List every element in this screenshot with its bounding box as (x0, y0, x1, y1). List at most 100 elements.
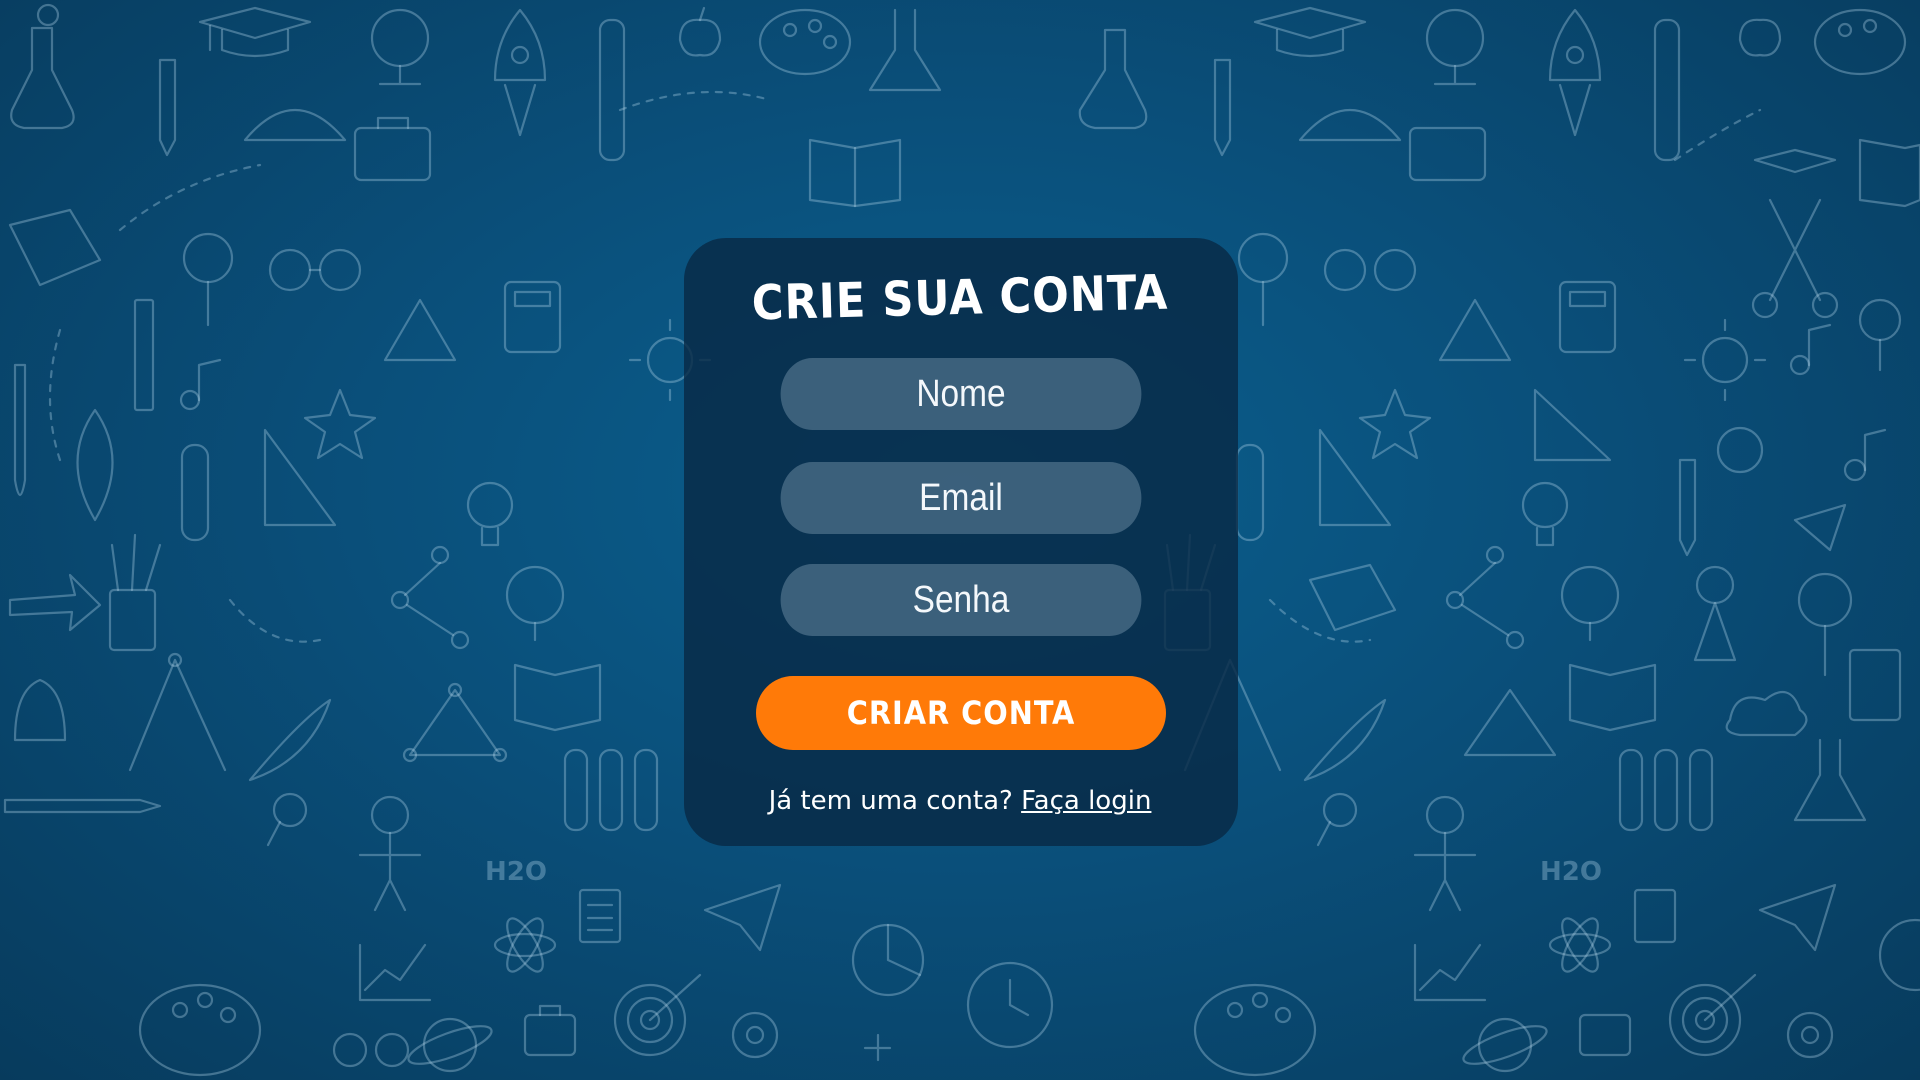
feather-icon (1303, 698, 1387, 782)
triangle-icon (1463, 688, 1557, 757)
flask-icon (10, 3, 75, 130)
set-square-icon (263, 428, 337, 527)
open-book-icon (1568, 663, 1657, 732)
pencil-cup-icon (108, 533, 162, 652)
graduation-cap-icon (1753, 148, 1837, 174)
globe-icon (370, 8, 430, 86)
protractor-icon (243, 108, 347, 142)
brush-icon (13, 363, 27, 497)
dashed-path-icon (1673, 108, 1762, 162)
music-note-icon (1789, 323, 1832, 376)
book-icon (1308, 563, 1397, 632)
music-note-icon (1843, 428, 1887, 482)
arrow-icon (8, 573, 102, 632)
scroll-icon (1653, 18, 1681, 162)
target-icon (1668, 973, 1757, 1057)
glasses-icon (332, 1032, 410, 1068)
notepad-icon (1633, 888, 1677, 944)
graduation-cap-icon (1253, 6, 1367, 58)
apple-icon (1738, 18, 1782, 57)
rocket-icon (493, 8, 547, 137)
email-input[interactable] (780, 462, 1142, 534)
palette-icon (1193, 983, 1317, 1077)
bell-icon (13, 678, 67, 742)
glasses-icon (268, 248, 362, 292)
pencil-icon (158, 58, 177, 157)
chart-icon (1413, 943, 1487, 1002)
h2o-label-icon: H2O (1540, 857, 1602, 887)
star-icon (303, 388, 377, 460)
lightbulb-icon (466, 481, 514, 547)
atom-icon (493, 917, 557, 973)
name-input[interactable] (780, 358, 1142, 430)
feather-icon (248, 698, 332, 782)
globe-icon (505, 565, 565, 642)
target-icon (613, 973, 702, 1057)
magnifier-icon (1858, 298, 1902, 372)
gear-icon (1786, 1011, 1834, 1059)
test-tube-icon (1235, 443, 1265, 542)
flask-icon (1078, 28, 1148, 130)
briefcase-icon (1408, 126, 1487, 182)
create-account-button[interactable]: CRIAR CONTA (756, 676, 1166, 750)
h2o-label-icon: H2O (485, 857, 547, 887)
palette-icon (138, 983, 262, 1077)
cloud-icon (1725, 690, 1808, 737)
notepad-icon (578, 888, 622, 944)
magnifier-icon (1797, 572, 1853, 677)
paper-plane-icon (1793, 503, 1847, 552)
globe-icon (1560, 565, 1620, 642)
palette-icon (758, 8, 852, 76)
triangle-icon (402, 682, 508, 763)
planet-icon (1878, 918, 1920, 992)
plus-icon (863, 1033, 892, 1062)
briefcase-icon (353, 116, 432, 182)
dashed-path-icon (118, 163, 262, 232)
test-tube-icon (180, 443, 210, 542)
set-square-icon (1533, 388, 1612, 462)
lightbulb-icon (1521, 481, 1569, 547)
molecule-icon (1445, 545, 1525, 650)
paper-plane-icon (1758, 883, 1837, 952)
login-prompt-text: Já tem uma conta? (768, 786, 1013, 816)
briefcase-icon (523, 1004, 577, 1057)
gear-icon (731, 1011, 779, 1059)
open-book-icon (513, 663, 602, 732)
star-icon (1358, 388, 1432, 460)
sun-icon (1683, 318, 1767, 402)
globe-icon (1425, 8, 1485, 86)
pencil-icon (1678, 458, 1697, 557)
password-input[interactable] (780, 564, 1142, 636)
login-link[interactable]: Faça login (1021, 786, 1151, 816)
graduation-cap-icon (198, 6, 312, 58)
set-square-icon (1318, 428, 1392, 527)
apple-icon (678, 6, 722, 57)
molecule-icon (390, 545, 470, 650)
briefcase-icon (1578, 1013, 1632, 1057)
music-note-icon (179, 358, 222, 411)
book-icon (8, 208, 102, 287)
rocket-icon (1548, 8, 1602, 137)
leaf-icon (76, 408, 114, 522)
chart-icon (358, 943, 432, 1002)
login-prompt: Já tem uma conta? Faça login (0, 786, 1920, 816)
dashed-path-icon (228, 598, 322, 643)
scroll-icon (598, 18, 626, 162)
open-book-icon (808, 138, 902, 208)
alarm-clock-icon (966, 961, 1054, 1049)
protractor-icon (1298, 108, 1402, 142)
globe-icon (1716, 426, 1764, 474)
dashed-path-icon (1268, 598, 1372, 643)
notebook-icon (1848, 648, 1902, 722)
paper-plane-icon (703, 883, 782, 952)
pie-chart-icon (851, 923, 925, 997)
pencil-icon (1213, 58, 1232, 157)
erlenmeyer-icon (868, 8, 942, 92)
atom-icon (1548, 917, 1612, 973)
planet-icon (407, 1017, 493, 1073)
palette-icon (1813, 8, 1907, 76)
open-book-icon (1858, 138, 1920, 208)
child-figure-icon (1693, 565, 1737, 662)
compass-icon (128, 652, 227, 772)
dashed-path-icon (618, 90, 772, 112)
